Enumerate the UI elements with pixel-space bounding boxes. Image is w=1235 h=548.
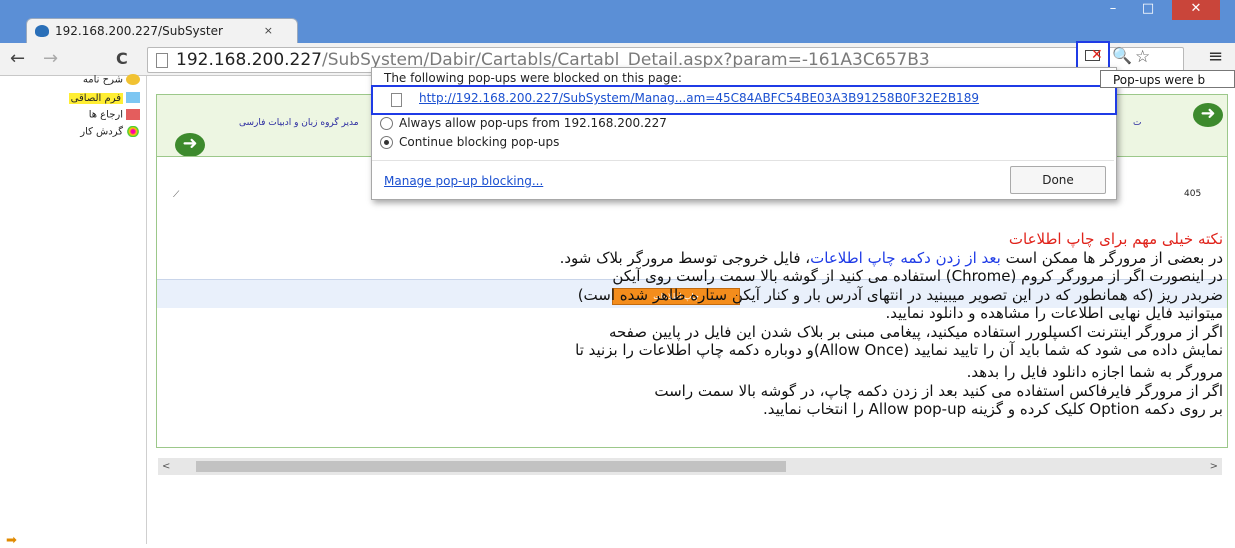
minimize-button[interactable]: – xyxy=(1099,0,1127,20)
back-arrow-button[interactable]: ➜ xyxy=(175,133,205,157)
manage-popup-blocking-link[interactable]: Manage pop-up blocking... xyxy=(384,174,543,188)
note-text: در بعضی از مرورگر ها ممکن است xyxy=(1000,249,1223,267)
close-window-button[interactable]: ✕ xyxy=(1172,0,1220,20)
bookmark-star-icon[interactable]: ☆ xyxy=(1135,47,1150,67)
form-icon xyxy=(126,92,140,103)
always-allow-option[interactable]: Always allow pop-ups from 192.168.200.22… xyxy=(380,116,667,130)
sidebar: شرح نامه فرم الصاقى ارجاع ها گردش کار ➡ xyxy=(0,74,147,548)
blocked-popup-link[interactable]: http://192.168.200.227/SubSystem/Manag..… xyxy=(419,91,979,105)
envelope-icon xyxy=(126,74,140,85)
note-line: اگر از مرورگر اینترنت اکسپلورر استفاده م… xyxy=(608,322,1223,341)
note-line: مرورگر به شما اجازه دانلود فایل را بدهد. xyxy=(966,363,1223,382)
expand-arrow-icon[interactable]: ➡ xyxy=(6,533,17,548)
done-button[interactable]: Done xyxy=(1010,166,1106,194)
forward-arrow-button[interactable]: ➜ xyxy=(1193,103,1223,127)
referral-icon xyxy=(126,109,140,120)
note-highlight: بعد از زدن دکمه چاپ اطلاعات xyxy=(810,249,1001,267)
reload-button[interactable]: C xyxy=(116,48,128,70)
always-allow-label: Always allow pop-ups from 192.168.200.22… xyxy=(399,116,667,130)
document-icon xyxy=(391,93,402,107)
continue-blocking-radio[interactable] xyxy=(380,136,393,149)
note-line: بر روی دکمه Option کلیک کرده و گزینه All… xyxy=(762,400,1223,419)
browser-tab[interactable]: 192.168.200.227/SubSyster × xyxy=(26,18,298,43)
cursor-mark: ⟋ xyxy=(173,190,180,200)
sidebar-item-letter-description[interactable]: شرح نامه xyxy=(83,74,140,86)
sidebar-item-referrals[interactable]: ارجاع ها xyxy=(89,109,140,121)
browser-titlebar: 192.168.200.227/SubSyster × – □ ✕ xyxy=(0,0,1235,44)
popup-tooltip: Pop-ups were b xyxy=(1100,70,1235,88)
tab-title: 192.168.200.227/SubSyster xyxy=(55,24,223,38)
always-allow-radio[interactable] xyxy=(380,117,393,130)
sidebar-item-attached-form[interactable]: فرم الصاقى xyxy=(68,92,140,104)
instruction-note: نکته خیلی مهم برای چاپ اطلاعات در بعضی ا… xyxy=(138,229,1223,419)
note-line: در بعضی از مرورگر ها ممکن است بعد از زدن… xyxy=(138,249,1223,267)
blocked-x-icon: ✕ xyxy=(1091,47,1103,63)
popup-blocked-dialog: The following pop-ups were blocked on th… xyxy=(371,67,1117,200)
url-host: 192.168.200.227 xyxy=(176,50,323,70)
sidebar-item-workflow[interactable]: گردش کار xyxy=(80,126,140,138)
popup-title: The following pop-ups were blocked on th… xyxy=(384,71,682,85)
note-line: میتوانید فایل نهایی اطلاعات را مشاهده و … xyxy=(885,304,1224,323)
header-right-text: ت xyxy=(1133,118,1142,128)
continue-blocking-label: Continue blocking pop-ups xyxy=(399,135,560,149)
divider xyxy=(372,160,1114,161)
scroll-right-icon[interactable]: > xyxy=(1210,458,1218,475)
chrome-menu-icon[interactable]: ≡ xyxy=(1208,46,1223,67)
note-line: در اینصورت اگر از مرورگر کروم (Chrome) ا… xyxy=(612,267,1223,286)
tab-close-icon[interactable]: × xyxy=(264,19,273,43)
note-line: اگر از مرورگر فایرفاکس استفاده می کنید ب… xyxy=(654,381,1223,400)
site-favicon-icon xyxy=(35,25,49,37)
note-text: ، فایل خروجی توسط مرورگر بلاک شود. xyxy=(559,249,811,267)
page-icon xyxy=(156,53,168,68)
note-title: نکته خیلی مهم برای چاپ اطلاعات xyxy=(1008,230,1223,248)
blocked-popup-row[interactable]: http://192.168.200.227/SubSystem/Manag..… xyxy=(371,85,1117,115)
forward-button[interactable]: → xyxy=(43,48,58,70)
header-text: مدیر گروه زبان و ادبیات فارسی xyxy=(239,118,359,128)
back-button[interactable]: ← xyxy=(10,48,25,70)
note-line: نمایش داده می شود که شما باید آن را تایی… xyxy=(575,341,1223,360)
continue-blocking-option[interactable]: Continue blocking pop-ups xyxy=(380,135,560,149)
scroll-left-icon[interactable]: < xyxy=(162,458,170,475)
maximize-button[interactable]: □ xyxy=(1134,0,1162,20)
horizontal-scrollbar[interactable]: < > xyxy=(158,458,1222,475)
record-number: 405 xyxy=(1184,189,1202,199)
note-line: ضربدر ریز (که همانطور که در این تصویر می… xyxy=(577,285,1223,304)
scroll-thumb[interactable] xyxy=(196,461,786,472)
workflow-icon xyxy=(126,126,140,137)
zoom-icon[interactable]: 🔍 xyxy=(1112,46,1132,65)
